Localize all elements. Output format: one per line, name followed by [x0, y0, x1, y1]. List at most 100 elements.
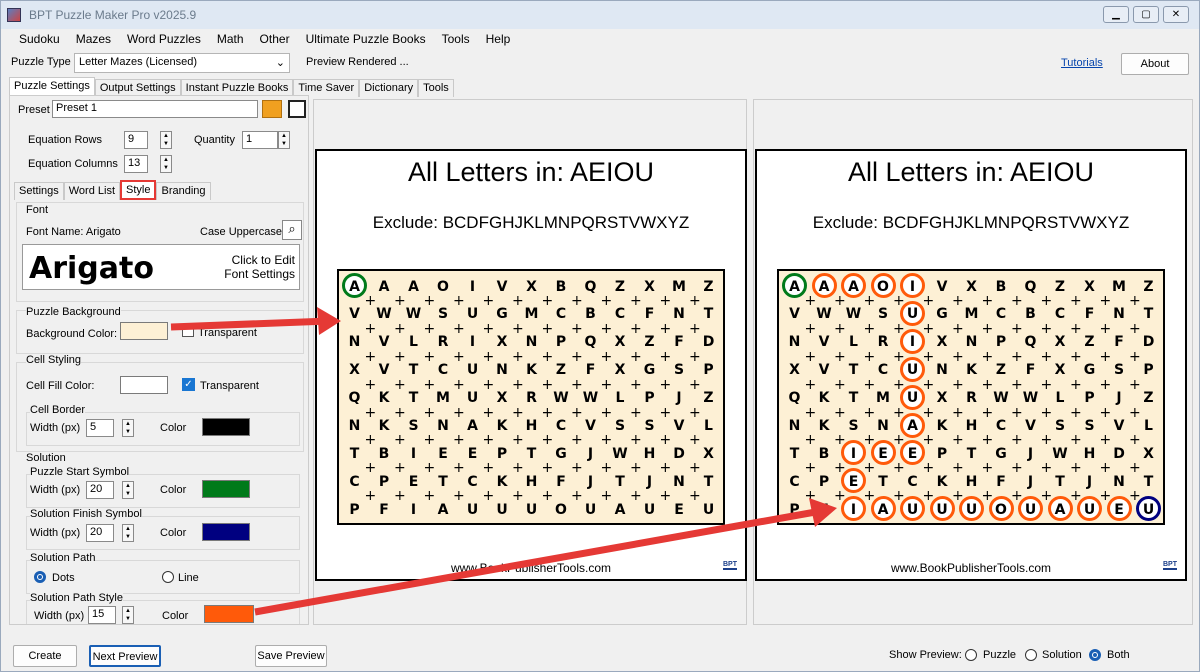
preview-status: Preview Rendered ...	[306, 56, 409, 68]
subtab-settings[interactable]: Settings	[14, 182, 64, 200]
finish-symbol-title: Solution Finish Symbol	[30, 508, 142, 520]
solution-preview-radio[interactable]	[1025, 649, 1037, 661]
grid-cell: U	[1083, 501, 1096, 518]
eq-rows-label: Equation Rows	[28, 134, 102, 146]
grid-cell: P	[349, 501, 360, 518]
eq-rows-input[interactable]: 9	[124, 131, 148, 149]
puzzle-type-label: Puzzle Type	[11, 56, 71, 68]
grid-cell: P	[1143, 362, 1154, 379]
font-settings-label: Font Settings	[224, 267, 295, 281]
cell-fill-swatch[interactable]	[120, 376, 168, 394]
grid-cell: E	[1114, 501, 1124, 518]
cell-border-width-stepper[interactable]: ▲ ▼	[122, 419, 134, 437]
tab-tools[interactable]: Tools	[418, 79, 454, 97]
puzzle-page: All Letters in: AEIOU Exclude: BCDFGHJKL…	[315, 149, 747, 581]
line-radio[interactable]	[162, 571, 174, 583]
tab-puzzle-settings[interactable]: Puzzle Settings	[9, 77, 95, 97]
start-color-label: Color	[160, 484, 187, 496]
grid-cell: T	[1143, 473, 1154, 490]
folder-icon[interactable]	[262, 100, 282, 118]
path-width-input[interactable]: 15	[88, 606, 116, 624]
grid-cell: T	[1143, 306, 1154, 323]
puzzle-type-select[interactable]: Letter Mazes (Licensed) ⌄	[74, 53, 290, 73]
create-button[interactable]: Create	[13, 645, 77, 667]
about-button[interactable]: About	[1121, 53, 1189, 75]
subtab-style[interactable]: Style	[120, 180, 157, 200]
bg-transparent-checkbox[interactable]	[182, 325, 194, 337]
close-button[interactable]: ✕	[1163, 6, 1189, 23]
font-preview-box[interactable]: Arigato Click to Edit Font Settings	[22, 244, 300, 290]
solution-footer: www.BookPublisherTools.com	[890, 561, 1052, 575]
menu-mazes[interactable]: Mazes	[68, 32, 119, 46]
menu-word-puzzles[interactable]: Word Puzzles	[119, 32, 209, 46]
grid-cell: O	[555, 501, 567, 518]
eq-rows-stepper[interactable]: ▲ ▼	[160, 131, 172, 149]
tab-dictionary[interactable]: Dictionary	[359, 79, 419, 97]
maximize-button[interactable]: ▢	[1133, 6, 1159, 23]
puzzle-grid: A + A + A + O + I + V + X + B + Q + Z + X + M + Z V + W + W + S + U + G + M + C…	[337, 269, 725, 525]
start-color-swatch[interactable]	[202, 480, 250, 498]
grid-cell: T	[703, 306, 714, 323]
case-label: Case Uppercase	[200, 226, 282, 238]
subtab-word-list[interactable]: Word List	[63, 182, 121, 200]
quantity-input[interactable]: 1	[242, 131, 278, 149]
next-preview-button[interactable]: Next Preview	[89, 645, 161, 667]
bottom-bar: Create Next Preview Save Preview Show Pr…	[1, 641, 1199, 671]
eq-cols-stepper[interactable]: ▲ ▼	[160, 155, 172, 173]
save-icon[interactable]	[288, 100, 306, 118]
subtab-branding[interactable]: Branding	[156, 182, 211, 200]
path-color-label: Color	[162, 610, 189, 622]
grid-cell: P	[789, 501, 800, 518]
dots-radio[interactable]	[34, 571, 46, 583]
menu-math[interactable]: Math	[209, 32, 252, 46]
minimize-button[interactable]: ▁	[1103, 6, 1129, 23]
path-color-swatch[interactable]	[204, 605, 254, 623]
settings-panel: Preset Preset 1 Equation Rows 9 ▲ ▼ Quant…	[9, 95, 309, 625]
grid-cell: A	[877, 501, 889, 518]
window-title: BPT Puzzle Maker Pro v2025.9	[29, 8, 197, 22]
search-icon[interactable]: ⌕	[282, 220, 302, 240]
path-width-label: Width (px)	[34, 610, 85, 622]
grid-cell: T	[703, 473, 714, 490]
start-width-stepper[interactable]: ▲ ▼	[122, 481, 134, 499]
grid-cell: F	[379, 501, 389, 518]
finish-width-stepper[interactable]: ▲ ▼	[122, 524, 134, 542]
grid-cell: U	[702, 501, 715, 518]
cell-border-width-input[interactable]: 5	[86, 419, 114, 437]
start-width-input[interactable]: 20	[86, 481, 114, 499]
show-preview-label: Show Preview:	[889, 649, 962, 661]
grid-cell: U	[906, 501, 919, 518]
grid-cell: U	[1024, 501, 1037, 518]
cell-border-color-swatch[interactable]	[202, 418, 250, 436]
eq-cols-input[interactable]: 13	[124, 155, 148, 173]
menu-help[interactable]: Help	[478, 32, 519, 46]
eq-cols-label: Equation Columns	[28, 158, 118, 170]
bg-color-swatch[interactable]	[120, 322, 168, 340]
grid-cell: U	[496, 501, 508, 518]
solution-page: All Letters in: AEIOU Exclude: BCDFGHJKL…	[755, 149, 1187, 581]
menu-sudoku[interactable]: Sudoku	[1, 32, 68, 46]
preset-input[interactable]: Preset 1	[52, 100, 258, 118]
puzzle-title: All Letters in: AEIOU	[407, 157, 655, 187]
save-preview-button[interactable]: Save Preview	[255, 645, 327, 667]
grid-cell: U	[936, 501, 948, 518]
cell-transparent-checkbox[interactable]: ✓	[182, 378, 195, 391]
grid-cell: U	[643, 501, 656, 518]
grid-cell: Z	[703, 390, 714, 407]
solution-path-title: Solution Path	[30, 552, 96, 564]
finish-color-swatch[interactable]	[202, 523, 250, 541]
quantity-stepper[interactable]: ▲ ▼	[278, 131, 290, 149]
grid-cell: X	[1143, 445, 1154, 462]
grid-cell: L	[1144, 418, 1153, 434]
line-label: Line	[178, 572, 199, 584]
menu-other[interactable]: Other	[252, 32, 298, 46]
puzzle-preview-radio[interactable]	[965, 649, 977, 661]
grid-cell: X	[703, 445, 714, 462]
tutorials-link[interactable]: Tutorials	[1061, 57, 1103, 69]
font-name: Font Name: Arigato	[26, 226, 121, 238]
finish-width-input[interactable]: 20	[86, 524, 114, 542]
both-preview-radio[interactable]	[1089, 649, 1101, 661]
menu-tools[interactable]: Tools	[434, 32, 478, 46]
path-width-stepper[interactable]: ▲ ▼	[122, 606, 134, 624]
menu-ultimate-puzzle-books[interactable]: Ultimate Puzzle Books	[298, 32, 434, 46]
